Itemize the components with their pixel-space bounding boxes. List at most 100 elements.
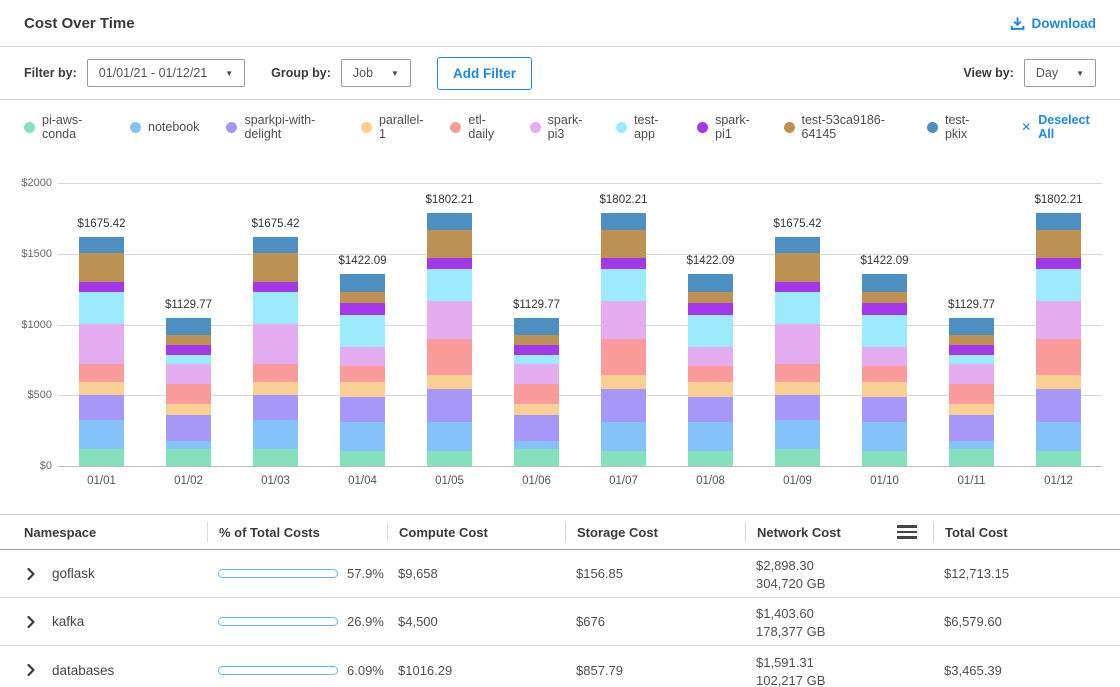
bar-segment-spark-pi1[interactable] xyxy=(79,282,124,292)
bar-segment-parallel-1[interactable] xyxy=(340,382,385,397)
bar-segment-parallel-1[interactable] xyxy=(775,382,820,395)
stacked-bar-01/11[interactable] xyxy=(949,318,994,466)
bar-segment-sparkpi-with-delight[interactable] xyxy=(1036,389,1081,422)
bar-segment-notebook[interactable] xyxy=(688,422,733,451)
bar-segment-test-app[interactable] xyxy=(688,315,733,347)
bar-segment-test-53ca9186-64145[interactable] xyxy=(514,335,559,345)
stacked-bar-01/01[interactable] xyxy=(79,237,124,466)
stacked-bar-01/06[interactable] xyxy=(514,318,559,466)
bar-segment-pi-aws-conda[interactable] xyxy=(775,449,820,466)
bar-segment-sparkpi-with-delight[interactable] xyxy=(514,415,559,441)
bar-segment-etl-daily[interactable] xyxy=(862,366,907,382)
legend-item-spark-pi3[interactable]: spark-pi3 xyxy=(530,113,589,141)
bar-segment-etl-daily[interactable] xyxy=(1036,339,1081,375)
bar-segment-spark-pi3[interactable] xyxy=(514,364,559,384)
bar-segment-parallel-1[interactable] xyxy=(166,404,211,416)
legend-item-etl-daily[interactable]: etl-daily xyxy=(450,113,502,141)
bar-segment-notebook[interactable] xyxy=(601,422,646,451)
bar-segment-notebook[interactable] xyxy=(862,422,907,451)
bar-segment-test-53ca9186-64145[interactable] xyxy=(601,230,646,257)
bar-segment-spark-pi1[interactable] xyxy=(253,282,298,292)
bar-segment-test-53ca9186-64145[interactable] xyxy=(340,292,385,303)
bar-segment-test-53ca9186-64145[interactable] xyxy=(688,292,733,303)
column-options-icon[interactable] xyxy=(895,523,919,541)
bar-segment-pi-aws-conda[interactable] xyxy=(253,449,298,466)
bar-segment-spark-pi3[interactable] xyxy=(253,324,298,364)
bar-segment-parallel-1[interactable] xyxy=(79,382,124,395)
bar-segment-notebook[interactable] xyxy=(166,441,211,448)
stacked-bar-01/12[interactable] xyxy=(1036,213,1081,466)
bar-segment-test-app[interactable] xyxy=(253,292,298,324)
bar-segment-notebook[interactable] xyxy=(340,422,385,451)
bar-segment-test-app[interactable] xyxy=(775,292,820,324)
add-filter-button[interactable]: Add Filter xyxy=(437,57,532,90)
bar-segment-test-53ca9186-64145[interactable] xyxy=(1036,230,1081,257)
bar-segment-test-pkix[interactable] xyxy=(340,274,385,292)
expand-chevron-icon[interactable] xyxy=(24,663,38,677)
bar-segment-test-app[interactable] xyxy=(862,315,907,347)
bar-segment-etl-daily[interactable] xyxy=(688,366,733,382)
legend-item-test-app[interactable]: test-app xyxy=(616,113,670,141)
bar-segment-notebook[interactable] xyxy=(949,441,994,448)
bar-segment-pi-aws-conda[interactable] xyxy=(601,451,646,466)
bar-segment-parallel-1[interactable] xyxy=(862,382,907,397)
bar-segment-sparkpi-with-delight[interactable] xyxy=(688,397,733,422)
bar-segment-test-pkix[interactable] xyxy=(514,318,559,336)
bar-segment-etl-daily[interactable] xyxy=(166,384,211,404)
bar-segment-sparkpi-with-delight[interactable] xyxy=(166,415,211,441)
bar-segment-notebook[interactable] xyxy=(253,420,298,448)
stacked-bar-01/04[interactable] xyxy=(340,274,385,466)
bar-segment-etl-daily[interactable] xyxy=(340,366,385,382)
bar-segment-sparkpi-with-delight[interactable] xyxy=(340,397,385,422)
bar-segment-spark-pi3[interactable] xyxy=(601,301,646,339)
bar-segment-parallel-1[interactable] xyxy=(427,375,472,388)
bar-segment-test-pkix[interactable] xyxy=(688,274,733,292)
bar-segment-pi-aws-conda[interactable] xyxy=(862,451,907,466)
stacked-bar-01/09[interactable] xyxy=(775,237,820,466)
bar-segment-test-pkix[interactable] xyxy=(601,213,646,231)
bar-segment-pi-aws-conda[interactable] xyxy=(688,451,733,466)
bar-segment-spark-pi3[interactable] xyxy=(775,324,820,364)
bar-segment-parallel-1[interactable] xyxy=(601,375,646,388)
expand-chevron-icon[interactable] xyxy=(24,567,38,581)
group-by-select[interactable]: Job ▼ xyxy=(341,59,411,87)
bar-segment-test-pkix[interactable] xyxy=(79,237,124,253)
bar-segment-spark-pi1[interactable] xyxy=(427,258,472,269)
legend-item-notebook[interactable]: notebook xyxy=(130,120,199,134)
download-button[interactable]: Download xyxy=(1010,16,1097,31)
bar-segment-sparkpi-with-delight[interactable] xyxy=(427,389,472,422)
bar-segment-sparkpi-with-delight[interactable] xyxy=(949,415,994,441)
bar-segment-pi-aws-conda[interactable] xyxy=(427,451,472,466)
legend-item-sparkpi-with-delight[interactable]: sparkpi-with-delight xyxy=(226,113,334,141)
bar-segment-spark-pi1[interactable] xyxy=(514,345,559,355)
bar-segment-spark-pi1[interactable] xyxy=(340,303,385,315)
bar-segment-test-53ca9186-64145[interactable] xyxy=(775,253,820,282)
bar-segment-spark-pi1[interactable] xyxy=(1036,258,1081,269)
legend-item-test-pkix[interactable]: test-pkix xyxy=(927,113,982,141)
bar-segment-etl-daily[interactable] xyxy=(79,364,124,382)
bar-segment-parallel-1[interactable] xyxy=(514,404,559,416)
bar-segment-sparkpi-with-delight[interactable] xyxy=(862,397,907,422)
bar-segment-etl-daily[interactable] xyxy=(949,384,994,404)
date-range-select[interactable]: 01/01/21 - 01/12/21 ▼ xyxy=(87,59,245,87)
legend-item-test-53ca9186-64145[interactable]: test-53ca9186-64145 xyxy=(784,113,900,141)
bar-segment-parallel-1[interactable] xyxy=(1036,375,1081,388)
bar-segment-test-pkix[interactable] xyxy=(949,318,994,336)
bar-segment-spark-pi3[interactable] xyxy=(688,347,733,366)
bar-segment-test-app[interactable] xyxy=(427,269,472,301)
bar-segment-spark-pi1[interactable] xyxy=(166,345,211,355)
bar-segment-notebook[interactable] xyxy=(79,420,124,448)
bar-segment-spark-pi3[interactable] xyxy=(949,364,994,384)
bar-segment-pi-aws-conda[interactable] xyxy=(340,451,385,466)
bar-segment-test-pkix[interactable] xyxy=(166,318,211,336)
bar-segment-notebook[interactable] xyxy=(1036,422,1081,451)
bar-segment-spark-pi3[interactable] xyxy=(427,301,472,339)
bar-segment-spark-pi1[interactable] xyxy=(601,258,646,269)
bar-segment-test-app[interactable] xyxy=(514,355,559,363)
bar-segment-sparkpi-with-delight[interactable] xyxy=(601,389,646,422)
bar-segment-sparkpi-with-delight[interactable] xyxy=(775,395,820,420)
bar-segment-test-app[interactable] xyxy=(340,315,385,347)
bar-segment-etl-daily[interactable] xyxy=(514,384,559,404)
stacked-bar-01/05[interactable] xyxy=(427,213,472,466)
bar-segment-test-pkix[interactable] xyxy=(253,237,298,253)
